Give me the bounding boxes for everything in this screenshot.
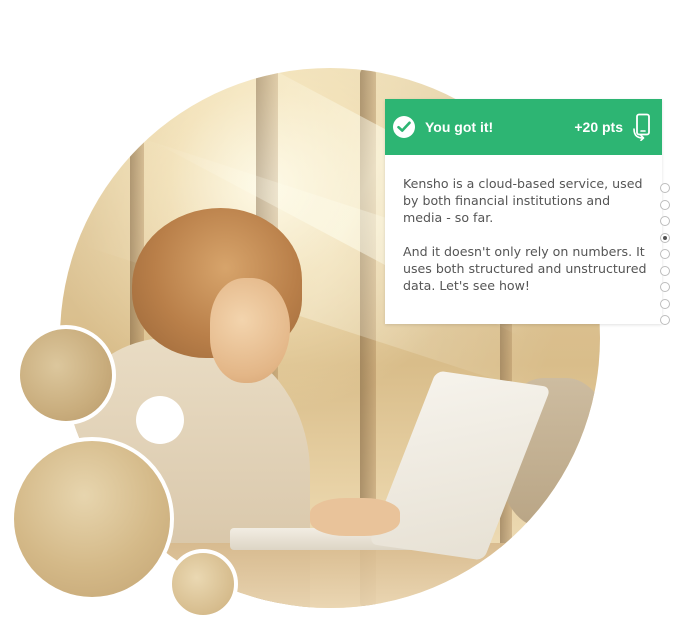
hand — [310, 498, 400, 536]
decorative-circle — [10, 437, 174, 601]
progress-dot[interactable] — [660, 282, 670, 292]
check-circle-icon — [393, 116, 415, 138]
progress-dot[interactable] — [660, 199, 670, 210]
progress-dot[interactable] — [660, 315, 670, 325]
progress-dot[interactable] — [660, 265, 670, 276]
progress-dot[interactable] — [660, 216, 670, 226]
feedback-paragraph: And it doesn't only rely on numbers. It … — [403, 244, 647, 293]
decorative-circle — [136, 396, 184, 444]
decorative-circle — [16, 325, 116, 425]
points-badge: +20 pts — [574, 119, 623, 135]
progress-dot[interactable] — [660, 249, 670, 259]
feedback-body: Kensho is a cloud-based service, used by… — [403, 175, 653, 311]
decorative-circle — [168, 549, 238, 619]
progress-dot[interactable] — [660, 232, 670, 243]
progress-dot[interactable] — [660, 183, 670, 193]
phone-rotate-icon[interactable] — [632, 113, 656, 141]
feedback-header: You got it! +20 pts — [385, 99, 662, 155]
progress-dot[interactable] — [660, 298, 670, 309]
feedback-title: You got it! — [425, 119, 494, 135]
feedback-paragraph: Kensho is a cloud-based service, used by… — [403, 176, 643, 225]
feedback-card: You got it! +20 pts Kensho is a cloud-ba… — [385, 99, 662, 324]
lesson-screen: You got it! +20 pts Kensho is a cloud-ba… — [0, 0, 686, 623]
woman-face — [210, 278, 290, 383]
progress-dots — [660, 183, 670, 325]
